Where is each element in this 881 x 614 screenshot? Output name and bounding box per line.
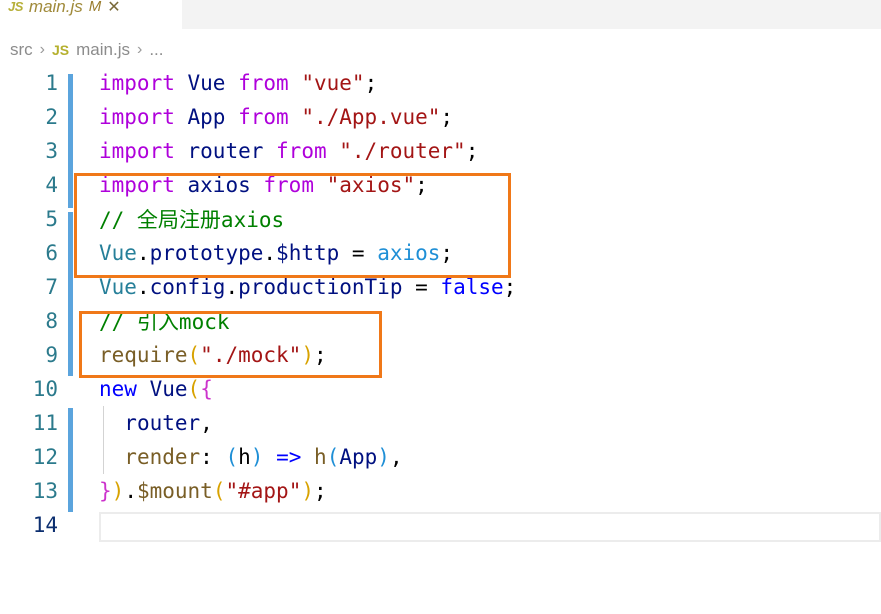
code-text: import Vue from "vue";	[99, 71, 378, 95]
active-line-highlight	[99, 512, 881, 542]
tab-bar: JS main.js M ✕	[0, 0, 881, 29]
code-text: Vue.config.productionTip = false;	[99, 275, 517, 299]
line-number: 6	[45, 241, 58, 265]
code-line: 10 new Vue({	[0, 372, 881, 406]
line-number: 12	[32, 445, 58, 469]
breadcrumb-item-src[interactable]: src	[10, 40, 33, 60]
code-line: 12 render: (h) => h(App),	[0, 440, 881, 474]
close-icon[interactable]: ✕	[107, 0, 120, 17]
code-text: import router from "./router";	[99, 139, 479, 163]
code-text: Vue.prototype.$http = axios;	[99, 241, 454, 265]
breadcrumb: src › JS main.js › ...	[10, 37, 163, 63]
breadcrumb-item-main-js[interactable]: main.js	[76, 40, 130, 60]
code-text: require("./mock");	[99, 343, 327, 367]
code-line: 5 // 全局注册axios	[0, 202, 881, 236]
line-number: 7	[45, 275, 58, 299]
code-text: // 全局注册axios	[99, 208, 285, 232]
line-number-active: 14	[32, 513, 58, 537]
code-line: 7 Vue.config.productionTip = false;	[0, 270, 881, 304]
code-line: 9 require("./mock");	[0, 338, 881, 372]
code-text: // 引入mock	[99, 310, 230, 334]
tab-main-js[interactable]: JS main.js M ✕	[0, 0, 182, 29]
line-number: 10	[32, 377, 58, 401]
chevron-right-icon: ›	[39, 41, 45, 58]
breadcrumb-item-symbols[interactable]: ...	[149, 40, 163, 60]
line-number: 5	[45, 207, 58, 231]
line-number: 11	[32, 411, 58, 435]
line-number: 4	[45, 173, 58, 197]
code-line: 13 }).$mount("#app");	[0, 474, 881, 508]
code-line: 1 import Vue from "vue";	[0, 66, 881, 100]
code-line: 4 import axios from "axios";	[0, 168, 881, 202]
line-number: 2	[45, 105, 58, 129]
chevron-right-icon: ›	[136, 41, 143, 58]
code-line: 8 // 引入mock	[0, 304, 881, 338]
code-text: router,	[124, 411, 213, 435]
tab-label: main.js	[28, 0, 83, 16]
code-line: 6 Vue.prototype.$http = axios;	[0, 236, 881, 270]
code-text: }).$mount("#app");	[99, 479, 327, 503]
code-text: render: (h) => h(App),	[124, 445, 403, 469]
js-file-icon: JS	[8, 0, 23, 14]
code-line: 2 import App from "./App.vue";	[0, 100, 881, 134]
code-editor[interactable]: 1 import Vue from "vue"; 2 import App from…	[0, 66, 881, 614]
js-file-icon: JS	[52, 42, 70, 58]
line-number: 9	[45, 343, 58, 367]
line-number: 1	[45, 71, 58, 95]
editor-window: JS main.js M ✕ src › JS main.js › ... 1 i…	[0, 0, 881, 614]
code-text: import axios from "axios";	[99, 173, 428, 197]
line-number: 3	[45, 139, 58, 163]
code-text: import App from "./App.vue";	[99, 105, 454, 129]
code-line: 11 router,	[0, 406, 881, 440]
line-number: 8	[45, 309, 58, 333]
line-number: 13	[32, 479, 58, 503]
code-text: new Vue({	[99, 377, 213, 401]
tab-dirty-indicator: M	[88, 0, 102, 15]
code-line: 3 import router from "./router";	[0, 134, 881, 168]
